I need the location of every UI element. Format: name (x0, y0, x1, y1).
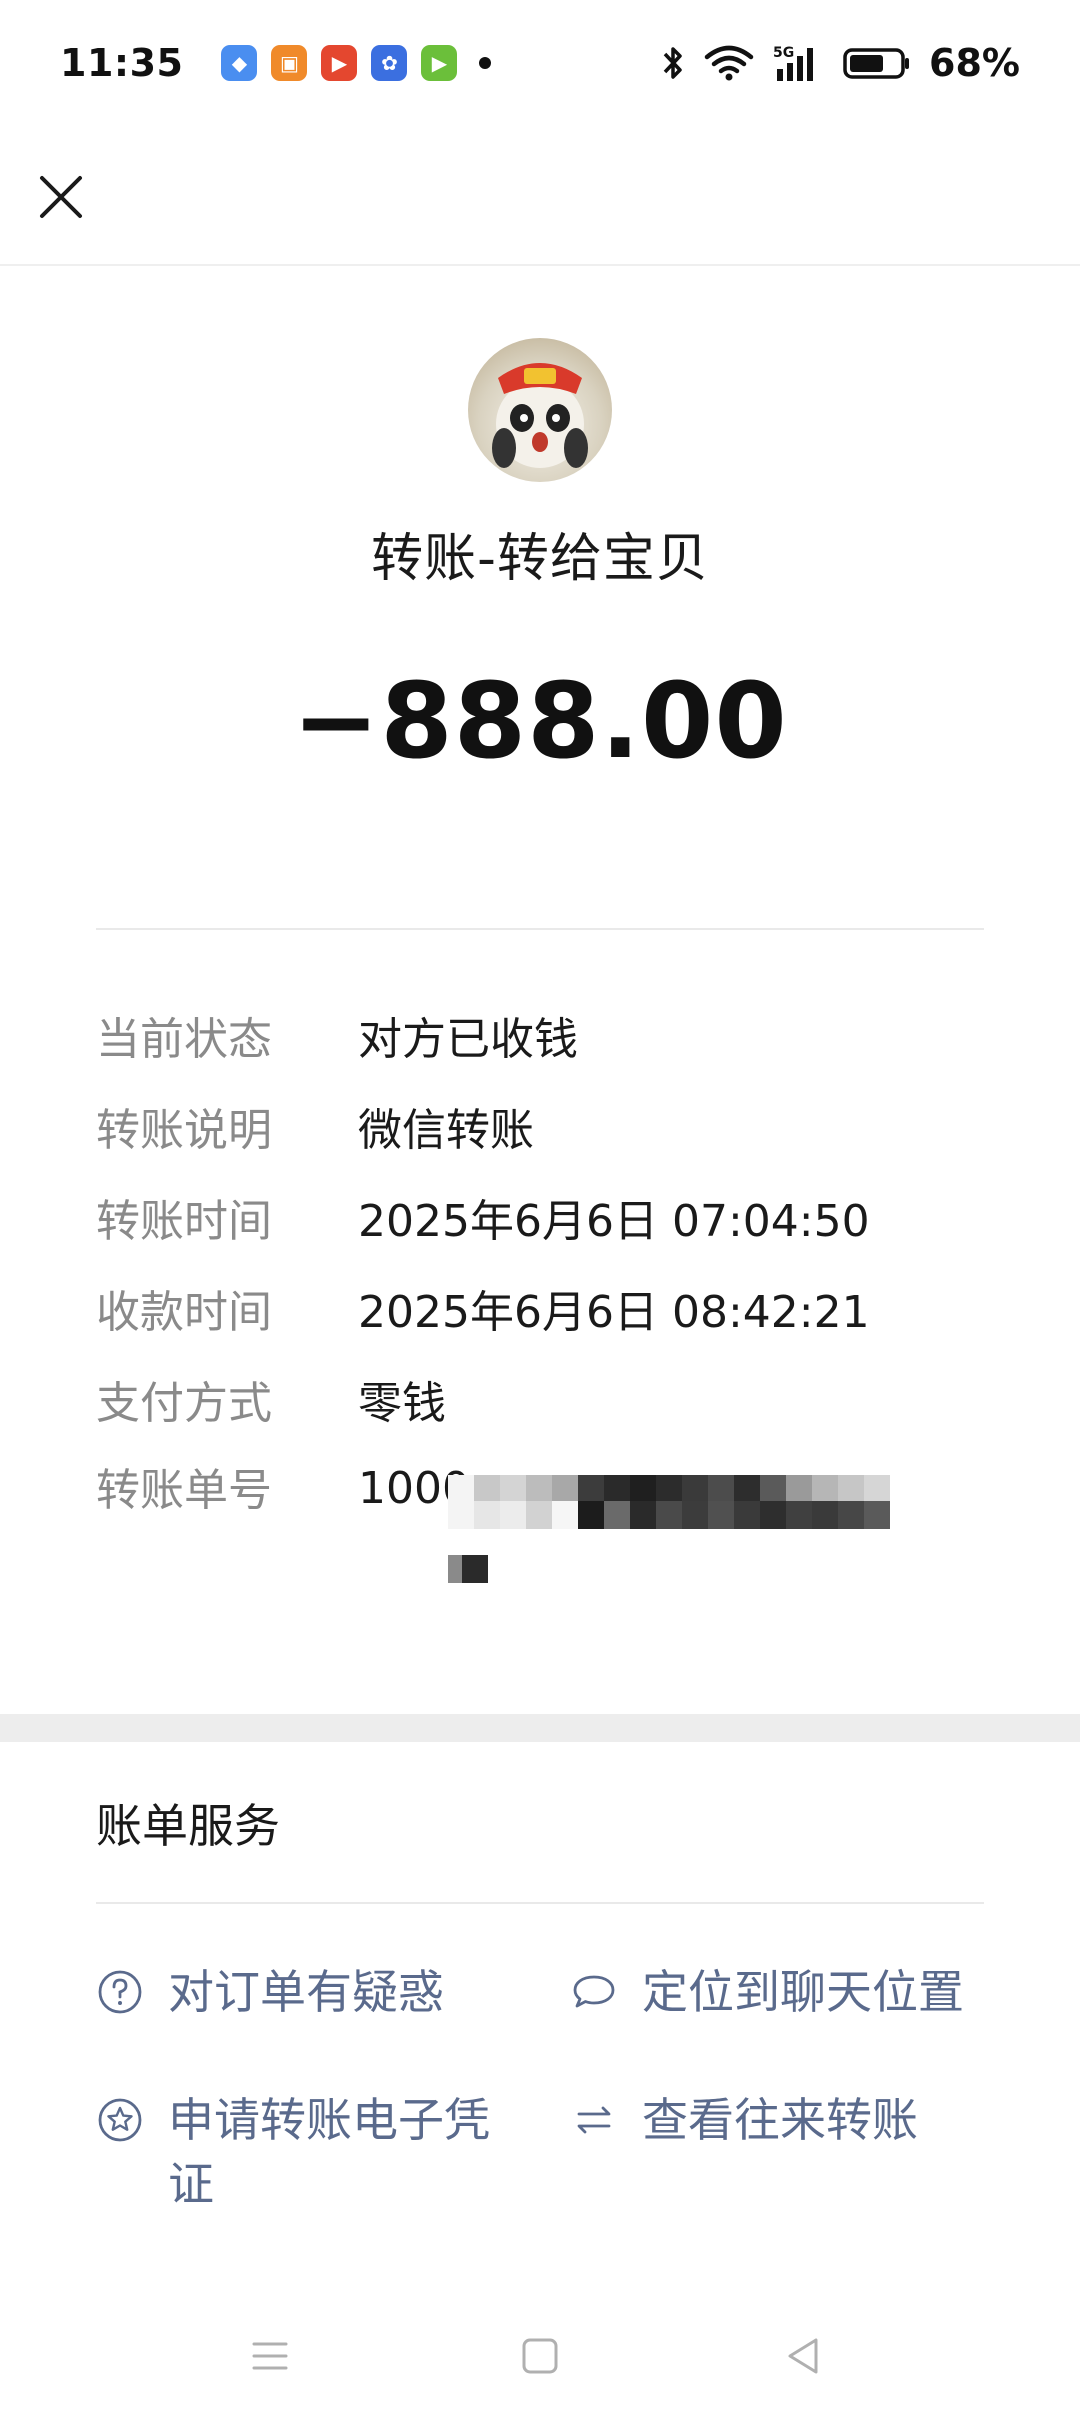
star-circle-icon (96, 2088, 144, 2152)
detail-value: 2025年6月6日 07:04:50 (358, 1196, 870, 1247)
detail-label: 当前状态 (96, 1014, 272, 1065)
detail-row-payment-method: 支付方式 零钱 (96, 1368, 996, 1459)
transfer-title: 转账-转给宝贝 (371, 529, 709, 589)
home-square-icon (522, 2338, 558, 2374)
order-question-link[interactable]: 对订单有疑惑 (96, 1960, 444, 2024)
chat-bubble-icon (570, 1960, 618, 2024)
panda-avatar-icon (492, 363, 588, 468)
system-navigation-bar (0, 2300, 1080, 2412)
transfer-detail-page: 11:35 ◆ ▣ ▶ ✿ ▶ 5G 68% 转账-转给宝贝 −888.00 当… (0, 0, 1080, 2412)
swap-arrows-icon (570, 2088, 618, 2152)
battery-percent: 68% (929, 41, 1020, 85)
service-label: 对订单有疑惑 (168, 1965, 444, 2019)
detail-label: 收款时间 (96, 1287, 272, 1338)
detail-row-receive-time: 收款时间 2025年6月6日 08:42:21 (96, 1277, 996, 1368)
recipient-avatar (468, 338, 612, 482)
pixelated-order-number (448, 1475, 890, 1583)
close-button[interactable] (26, 162, 96, 232)
detail-label: 转账时间 (96, 1196, 272, 1247)
view-transfers-link[interactable]: 查看往来转账 (570, 2088, 918, 2152)
status-time: 11:35 (60, 41, 184, 85)
apply-voucher-link[interactable]: 申请转账电子凭证 (96, 2088, 526, 2216)
status-indicators: 5G 68% (661, 41, 1020, 85)
back-triangle-icon (788, 2338, 818, 2374)
wifi-icon (704, 45, 754, 81)
section-separator (0, 1714, 1080, 1742)
question-circle-icon (96, 1960, 144, 2024)
svg-text:5G: 5G (773, 45, 794, 61)
detail-value: 2025年6月6日 08:42:21 (358, 1287, 870, 1338)
detail-label: 转账说明 (96, 1105, 272, 1156)
summary-divider (96, 928, 984, 930)
status-bar: 11:35 ◆ ▣ ▶ ✿ ▶ 5G 68% (0, 0, 1080, 126)
service-label: 申请转账电子凭证 (168, 2093, 490, 2211)
detail-value: 零钱 (358, 1378, 446, 1429)
menu-icon (252, 2342, 288, 2370)
top-bar (0, 126, 1080, 266)
back-button[interactable] (774, 2326, 834, 2386)
signal-5g-icon: 5G (773, 45, 814, 81)
battery-icon (843, 48, 910, 79)
more-notifications-dot-icon (479, 57, 492, 69)
video-app-icon: ▶ (321, 45, 358, 81)
service-label: 定位到聊天位置 (642, 1965, 964, 2019)
orange-app-icon: ▣ (271, 45, 308, 81)
detail-row-order-number: 转账单号 1000 (96, 1455, 996, 1605)
detail-value: 对方已收钱 (358, 1014, 578, 1065)
detail-label: 转账单号 (96, 1465, 272, 1516)
detail-row-status: 当前状态 对方已收钱 (96, 1004, 996, 1095)
transfer-amount: −888.00 (292, 660, 788, 782)
detail-row-note: 转账说明 微信转账 (96, 1095, 996, 1186)
blue-app-icon: ◆ (221, 45, 258, 81)
bluetooth-icon (663, 47, 682, 79)
locate-chat-link[interactable]: 定位到聊天位置 (570, 1960, 964, 2024)
baidu-app-icon: ✿ (371, 45, 408, 81)
detail-value: 微信转账 (358, 1105, 534, 1156)
home-button[interactable] (510, 2326, 570, 2386)
recent-apps-button[interactable] (240, 2326, 300, 2386)
transfer-details: 当前状态 对方已收钱 转账说明 微信转账 转账时间 2025年6月6日 07:0… (96, 1004, 996, 1459)
close-icon (40, 176, 82, 218)
bill-service-title: 账单服务 (96, 1799, 280, 1853)
service-label: 查看往来转账 (642, 2093, 918, 2147)
detail-row-transfer-time: 转账时间 2025年6月6日 07:04:50 (96, 1186, 996, 1277)
detail-label: 支付方式 (96, 1378, 272, 1429)
game-app-icon: ▶ (421, 45, 458, 81)
status-app-icons: ◆ ▣ ▶ ✿ ▶ (221, 45, 492, 81)
bill-service-divider (96, 1902, 984, 1904)
